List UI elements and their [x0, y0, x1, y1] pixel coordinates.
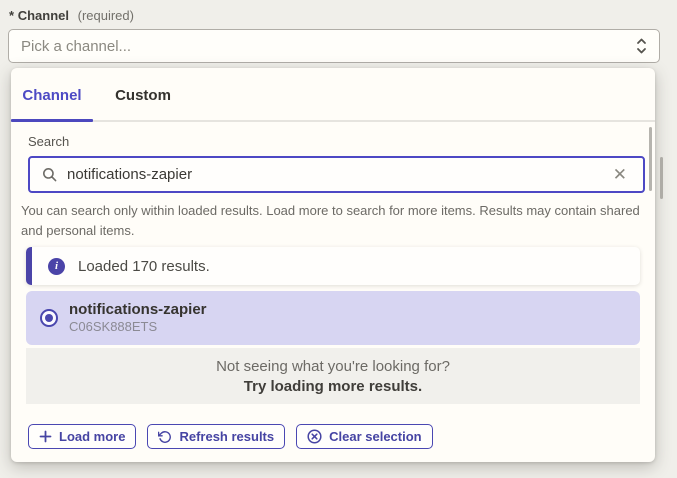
search-box: ✕ [28, 156, 645, 193]
result-subtitle: C06SK888ETS [69, 319, 207, 335]
tabs: Channel Custom [11, 68, 655, 122]
dropdown-scrollbar-thumb[interactable] [649, 127, 652, 191]
radio-selected-icon[interactable] [40, 309, 58, 327]
banner-accent-bar [26, 247, 32, 285]
tab-custom[interactable]: Custom [105, 68, 181, 122]
search-help-text: You can search only within loaded result… [21, 201, 641, 241]
clear-circle-icon [307, 429, 322, 444]
plus-icon [39, 430, 52, 443]
info-icon: i [48, 258, 65, 275]
tabs-divider [11, 120, 655, 122]
active-tab-underline [11, 119, 93, 122]
hint-try-loading-link[interactable]: Try loading more results. [244, 378, 422, 395]
clear-selection-button[interactable]: Clear selection [296, 424, 433, 449]
result-title: notifications-zapier [69, 301, 207, 319]
search-clear-icon[interactable]: ✕ [609, 164, 631, 185]
banner-text: Loaded 170 results. [78, 258, 210, 275]
search-input[interactable] [67, 166, 609, 183]
hint-line1: Not seeing what you're looking for? [216, 358, 450, 375]
loaded-results-banner: i Loaded 170 results. [26, 247, 640, 285]
field-label: * Channel (required) [9, 8, 134, 23]
not-seeing-hint: Not seeing what you're looking for? Try … [26, 348, 640, 404]
refresh-results-button[interactable]: Refresh results [147, 424, 285, 449]
search-label: Search [28, 134, 69, 149]
select-placeholder: Pick a channel... [21, 38, 636, 55]
channel-select[interactable]: Pick a channel... [8, 29, 660, 63]
tab-channel[interactable]: Channel [11, 68, 93, 122]
required-text: (required) [78, 8, 134, 23]
refresh-icon [158, 430, 172, 444]
chevron-updown-icon [636, 37, 647, 55]
result-row[interactable]: notifications-zapier C06SK888ETS [26, 291, 640, 345]
footer-actions: Load more Refresh results [28, 424, 433, 449]
channel-dropdown-panel: Channel Custom Search ✕ You can search o… [11, 68, 655, 462]
load-more-button[interactable]: Load more [28, 424, 136, 449]
page-scrollbar-thumb[interactable] [660, 157, 663, 199]
search-icon [42, 167, 57, 182]
field-label-text: * Channel [9, 8, 69, 23]
channel-picker: * Channel (required) Pick a channel... C… [0, 0, 677, 478]
